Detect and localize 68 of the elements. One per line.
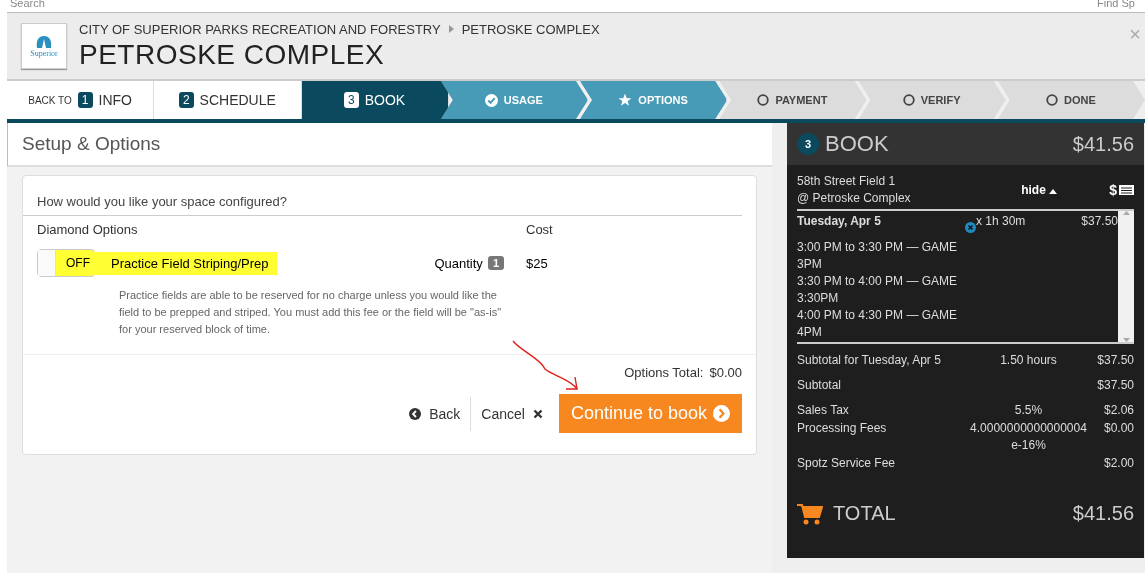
quantity-label: Quantity xyxy=(434,255,483,271)
line-amount: $37.50 xyxy=(1096,377,1134,394)
search-field[interactable]: Search xyxy=(10,0,45,12)
summary-amount: $41.56 xyxy=(1072,132,1134,156)
circle-icon xyxy=(902,94,915,106)
cost-text: $25 xyxy=(526,255,549,271)
scroll-up-icon[interactable] xyxy=(1122,211,1130,215)
line-amount: $2.06 xyxy=(1102,402,1134,419)
star-icon xyxy=(618,93,633,107)
line-detail: 4.0000000000000004e-16% xyxy=(969,420,1088,454)
scroll-down-icon[interactable] xyxy=(1122,338,1130,342)
breadcrumb-separator-icon xyxy=(448,25,454,33)
circle-icon xyxy=(757,94,770,106)
arch-icon xyxy=(35,34,53,49)
line-detail: 5.5% xyxy=(1013,402,1044,419)
summary-title: BOOK xyxy=(825,131,889,157)
close-icon xyxy=(532,408,543,419)
chevron-circle-icon xyxy=(713,405,730,422)
price-list-toggle[interactable]: $ xyxy=(1109,182,1134,198)
total-label: TOTAL xyxy=(833,502,896,525)
booking-date: Tuesday, Apr 5 xyxy=(797,214,882,228)
logo-text: Superior xyxy=(30,48,58,58)
breadcrumb-item[interactable]: PETROSKE COMPLEX xyxy=(461,21,600,37)
find-link[interactable]: Find Sp xyxy=(1097,0,1135,12)
price-text: $37.50 xyxy=(1081,214,1118,228)
remove-icon[interactable] xyxy=(965,222,976,233)
cart-icon xyxy=(797,502,823,525)
option-description: Practice fields are able to be reserved for no charge unless you would like the field to be prepped and striped. You must add this fee or the field will be "as-is" for your reserved block of time. xyxy=(119,288,503,337)
time-slot: 3:30 PM to 4:00 PM — GAME 3:30PM xyxy=(797,273,967,307)
scrollbar[interactable] xyxy=(1118,211,1134,342)
options-total-label: Options Total: xyxy=(624,365,704,380)
question-text: How would you like your space configured? xyxy=(23,176,742,216)
circle-icon xyxy=(1046,94,1058,106)
option-name: Practice Field Striping/Prep xyxy=(93,251,277,275)
back-icon xyxy=(409,407,422,420)
caret-up-icon xyxy=(1049,189,1058,194)
line-label: Sales Tax xyxy=(797,402,850,419)
step-tab[interactable]: 2 SCHEDULE xyxy=(154,81,302,119)
quantity-badge: 1 xyxy=(487,256,504,270)
line-amount: $2.00 xyxy=(1102,455,1134,472)
line-label: Subtotal xyxy=(797,377,843,394)
step-badge: 3 xyxy=(797,133,819,155)
step-tab[interactable]: PAYMENT xyxy=(719,81,867,119)
back-button[interactable]: Back xyxy=(399,401,471,426)
cancel-button[interactable]: Cancel xyxy=(471,401,553,426)
line-label: Processing Fees xyxy=(797,420,888,437)
step-tab[interactable]: DONE xyxy=(997,81,1145,119)
duration-text: x 1h 30m xyxy=(976,214,1027,228)
toggle-switch[interactable]: OFF xyxy=(37,249,95,277)
check-icon xyxy=(484,93,498,107)
step-tab[interactable]: VERIFY xyxy=(858,81,1006,119)
time-slot: 3:00 PM to 3:30 PM — GAME 3PM xyxy=(797,239,967,273)
options-total-value: $0.00 xyxy=(709,365,742,380)
line-amount: $37.50 xyxy=(1096,352,1134,369)
time-slot: 4:00 PM to 4:30 PM — GAME 4PM xyxy=(797,307,967,341)
hide-toggle[interactable]: hide xyxy=(1015,182,1064,198)
line-detail: 1.50 hours xyxy=(999,352,1058,369)
line-amount: $0.00 xyxy=(1102,420,1134,437)
facility-name: 58th Street Field 1 @ Petroske Complex xyxy=(797,173,912,207)
breadcrumb-item[interactable]: CITY OF SUPERIOR PARKS RECREATION AND FORESTRY xyxy=(79,21,441,37)
line-label: Subtotal for Tuesday, Apr 5 xyxy=(797,352,942,369)
column-heading: Cost xyxy=(526,222,554,237)
column-heading: Diamond Options xyxy=(37,222,138,237)
step-tab[interactable]: BACK TO 1 INFO xyxy=(7,81,155,119)
page-title: PETROSKE COMPLEX xyxy=(79,38,386,71)
line-label: Spotz Service Fee xyxy=(797,455,897,472)
total-amount: $41.56 xyxy=(1072,502,1134,525)
step-tab[interactable]: 3 BOOK xyxy=(301,81,449,119)
